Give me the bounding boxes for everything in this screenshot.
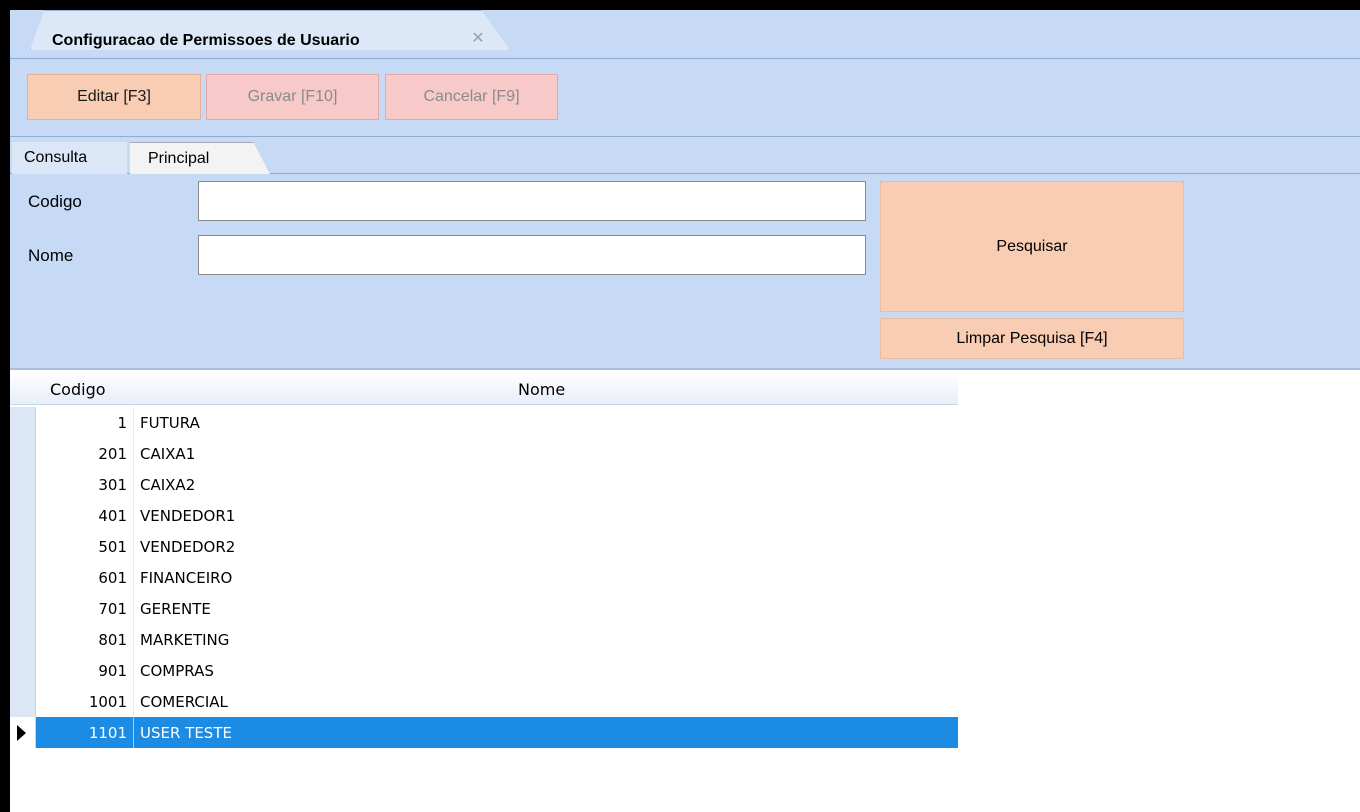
- row-nome: FUTURA: [140, 413, 200, 432]
- row-indicator[interactable]: [10, 438, 36, 469]
- row-codigo: 401: [98, 506, 127, 525]
- row-nome: COMERCIAL: [140, 692, 228, 711]
- row-nome: FINANCEIRO: [140, 568, 233, 587]
- grid-rows: 1 FUTURA 201 CAIXA1 301 CAIXA2 401 VENDEDOR1…: [10, 407, 958, 748]
- cancel-button[interactable]: Cancelar [F9]: [385, 74, 558, 120]
- row-codigo: 901: [98, 661, 127, 680]
- tab-principal[interactable]: Principal: [130, 142, 270, 174]
- table-row[interactable]: 301 CAIXA2: [10, 469, 958, 500]
- row-indicator[interactable]: [10, 469, 36, 500]
- row-indicator[interactable]: [10, 593, 36, 624]
- row-indicator[interactable]: [10, 531, 36, 562]
- save-button[interactable]: Gravar [F10]: [206, 74, 379, 120]
- row-nome: CAIXA2: [140, 475, 196, 494]
- row-codigo: 1001: [88, 692, 127, 711]
- row-codigo: 501: [98, 537, 127, 556]
- tab-consulta[interactable]: Consulta: [12, 142, 127, 174]
- row-nome: COMPRAS: [140, 661, 214, 680]
- table-row[interactable]: 201 CAIXA1: [10, 438, 958, 469]
- row-codigo: 301: [98, 475, 127, 494]
- row-nome: VENDEDOR2: [140, 537, 236, 556]
- table-row[interactable]: 901 COMPRAS: [10, 655, 958, 686]
- row-indicator[interactable]: [10, 407, 36, 438]
- codigo-label: Codigo: [28, 192, 82, 211]
- table-row[interactable]: 1001 COMERCIAL: [10, 686, 958, 717]
- row-codigo: 601: [98, 568, 127, 587]
- column-header-nome[interactable]: Nome: [518, 380, 565, 399]
- table-row[interactable]: 401 VENDEDOR1: [10, 500, 958, 531]
- table-row[interactable]: 501 VENDEDOR2: [10, 531, 958, 562]
- table-row[interactable]: 1 FUTURA: [10, 407, 958, 438]
- table-row[interactable]: 801 MARKETING: [10, 624, 958, 655]
- codigo-input[interactable]: [198, 181, 866, 221]
- current-row-arrow-icon: [17, 725, 26, 741]
- row-indicator[interactable]: [10, 562, 36, 593]
- row-codigo: 701: [98, 599, 127, 618]
- document-tab-title: Configuracao de Permissoes de Usuario: [52, 32, 360, 49]
- row-codigo: 801: [98, 630, 127, 649]
- clear-search-button[interactable]: Limpar Pesquisa [F4]: [880, 318, 1184, 359]
- nome-input[interactable]: [198, 235, 866, 275]
- row-nome: CAIXA1: [140, 444, 196, 463]
- close-icon[interactable]: ✕: [470, 30, 486, 46]
- search-button[interactable]: Pesquisar: [880, 181, 1184, 312]
- row-nome: GERENTE: [140, 599, 211, 618]
- column-header-codigo[interactable]: Codigo: [50, 380, 106, 399]
- row-codigo: 201: [98, 444, 127, 463]
- row-nome: VENDEDOR1: [140, 506, 236, 525]
- row-indicator[interactable]: [10, 624, 36, 655]
- row-indicator[interactable]: [10, 717, 36, 748]
- table-row[interactable]: 701 GERENTE: [10, 593, 958, 624]
- row-indicator[interactable]: [10, 655, 36, 686]
- edit-button[interactable]: Editar [F3]: [27, 74, 201, 120]
- grid-header: [10, 373, 958, 405]
- row-nome: MARKETING: [140, 630, 230, 649]
- row-indicator[interactable]: [10, 500, 36, 531]
- row-codigo: 1: [117, 413, 127, 432]
- row-indicator[interactable]: [10, 686, 36, 717]
- nome-label: Nome: [28, 246, 74, 265]
- table-row-selected[interactable]: 1101 USER TESTE: [10, 717, 958, 748]
- row-nome: USER TESTE: [140, 723, 232, 742]
- table-row[interactable]: 601 FINANCEIRO: [10, 562, 958, 593]
- row-codigo: 1101: [88, 723, 127, 742]
